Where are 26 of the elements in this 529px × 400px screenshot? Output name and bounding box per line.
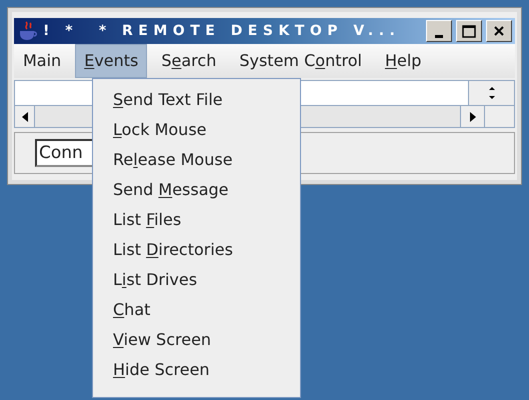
scroll-right-button[interactable]: [460, 106, 484, 127]
menu-item[interactable]: List Directories: [93, 235, 300, 265]
minimize-icon: [435, 34, 443, 38]
up-down-icon: [488, 86, 496, 100]
right-arrow-icon: [470, 112, 476, 122]
menu-item[interactable]: Send Text File: [93, 85, 300, 115]
maximize-button[interactable]: [456, 20, 482, 42]
menu-item[interactable]: Main: [14, 44, 70, 78]
menu-item[interactable]: Help: [376, 44, 430, 78]
menu-item[interactable]: Hide Screen: [93, 355, 300, 385]
close-icon: [493, 25, 505, 37]
maximize-icon: [462, 24, 476, 38]
coffee-cup-icon: [17, 20, 39, 42]
menu-item[interactable]: Events: [75, 44, 148, 78]
menu-item[interactable]: List Files: [93, 205, 300, 235]
menu-item[interactable]: System Control: [230, 44, 371, 78]
left-arrow-icon: [22, 112, 28, 122]
close-button[interactable]: [486, 20, 512, 42]
scroll-left-button[interactable]: [15, 106, 35, 127]
menu-item[interactable]: Search: [152, 44, 226, 78]
menu-item[interactable]: Chat: [93, 295, 300, 325]
menu-item[interactable]: Send Message: [93, 175, 300, 205]
menu-item[interactable]: List Drives: [93, 265, 300, 295]
window-title: ! * * REMOTE DESKTOP V...: [43, 22, 402, 40]
menu-item[interactable]: View Screen: [93, 325, 300, 355]
minimize-button[interactable]: [426, 20, 452, 42]
